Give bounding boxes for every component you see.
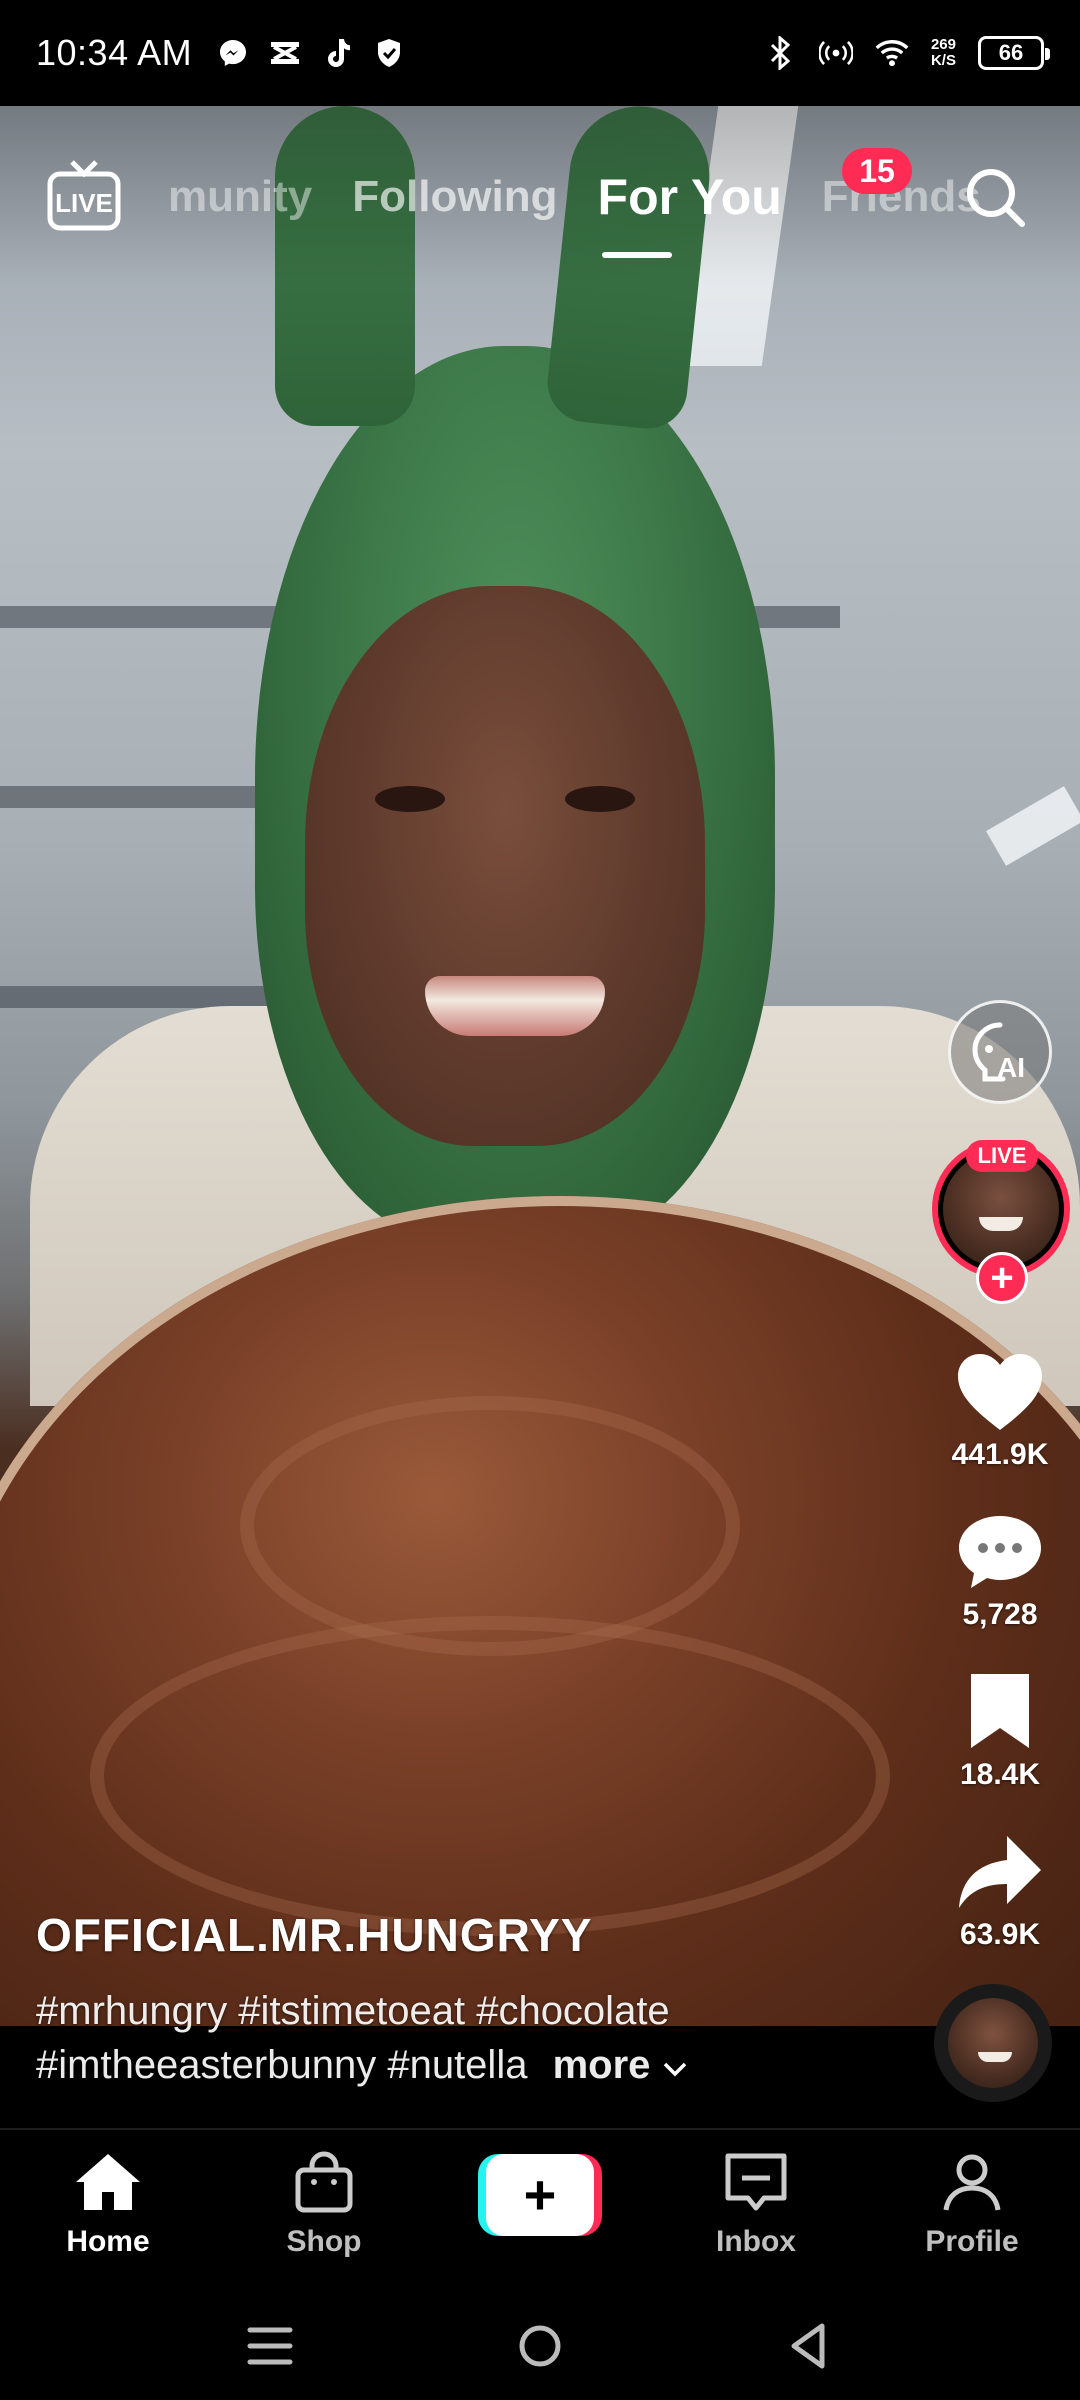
- bookmark-icon: [971, 1674, 1029, 1748]
- share-count: 63.9K: [959, 1918, 1041, 1951]
- ceiling-light: [986, 786, 1080, 866]
- plus-icon: +: [990, 1256, 1014, 1300]
- nav-shop[interactable]: Shop: [244, 2150, 404, 2259]
- nav-inbox-label: Inbox: [716, 2225, 796, 2258]
- status-notification-icons: [216, 36, 406, 70]
- svg-text:AI: AI: [997, 1052, 1025, 1083]
- nav-home[interactable]: Home: [28, 2150, 188, 2259]
- background-beam: [0, 786, 280, 808]
- hashtags-line[interactable]: #imtheeasterbunny #nutella: [36, 2043, 527, 2087]
- more-button[interactable]: more: [553, 2043, 688, 2087]
- bluetooth-icon: [763, 36, 797, 70]
- inbox-icon: [725, 2153, 787, 2211]
- video-player[interactable]: [0, 106, 1080, 2026]
- nav-inbox[interactable]: Inbox: [676, 2150, 836, 2259]
- ai-face-icon: AI: [972, 1022, 1025, 1083]
- nav-shop-label: Shop: [286, 2225, 362, 2258]
- live-badge: LIVE: [966, 1140, 1038, 1172]
- active-tab-indicator: [602, 252, 672, 258]
- eye: [375, 786, 445, 812]
- back-button[interactable]: [780, 2318, 840, 2374]
- heart-icon: [958, 1354, 1042, 1430]
- shield-icon: [372, 36, 406, 70]
- home-system-button[interactable]: [510, 2318, 570, 2374]
- system-navigation-bar: [0, 2288, 1080, 2400]
- hotspot-icon: [818, 36, 853, 70]
- home-icon: [76, 2154, 140, 2210]
- capcut-icon: [268, 36, 302, 70]
- status-system-icons: 269 K/S 66: [763, 36, 1050, 70]
- bottom-nav: Home Shop + Inbox Profile: [0, 2128, 1080, 2288]
- status-bar: 10:34 AM 269 K/S 66: [0, 0, 1080, 106]
- feed-top-nav: LIVE munity Following For You Friends 15: [0, 106, 1080, 286]
- svg-text:LIVE: LIVE: [55, 188, 113, 218]
- creator-avatar[interactable]: LIVE +: [932, 1140, 1070, 1304]
- share-button[interactable]: 63.9K: [920, 1830, 1080, 1952]
- back-triangle-icon: [791, 2323, 825, 2369]
- chocolate-bowl: [0, 1196, 1080, 2026]
- network-speed: 269 K/S: [930, 36, 956, 69]
- circle-icon: [519, 2325, 561, 2367]
- nav-profile-label: Profile: [925, 2225, 1019, 2258]
- live-button[interactable]: LIVE: [44, 156, 124, 236]
- share-icon: [959, 1836, 1041, 1908]
- creator-username[interactable]: OFFICIAL.MR.HUNGRYY: [36, 1908, 896, 1962]
- battery-indicator: 66: [978, 36, 1050, 70]
- wifi-icon: [875, 36, 909, 70]
- friends-notification-badge: 15: [842, 148, 912, 194]
- comment-count: 5,728: [962, 1598, 1038, 1631]
- video-description[interactable]: #mrhungry #itstimetoeat #chocolate #imth…: [36, 1984, 896, 2092]
- hashtags-line[interactable]: #mrhungry #itstimetoeat #chocolate: [36, 1984, 896, 2038]
- chevron-down-icon: [663, 2062, 686, 2077]
- tiktok-icon: [320, 36, 354, 70]
- comment-icon: [959, 1516, 1041, 1588]
- video-caption: OFFICIAL.MR.HUNGRYY #mrhungry #itstimeto…: [36, 1908, 896, 2092]
- plus-icon: +: [486, 2154, 594, 2236]
- tab-following[interactable]: Following: [352, 172, 557, 222]
- music-disc[interactable]: [934, 1984, 1052, 2102]
- search-icon: [967, 169, 1025, 227]
- menu-icon: [247, 2327, 293, 2365]
- profile-icon: [943, 2154, 1001, 2211]
- person-face: [305, 586, 705, 1146]
- live-tv-icon: LIVE: [47, 160, 121, 231]
- create-button[interactable]: +: [478, 2154, 602, 2236]
- eye: [565, 786, 635, 812]
- comment-button[interactable]: 5,728: [920, 1510, 1080, 1632]
- shopping-bag-icon: [295, 2151, 353, 2213]
- recent-apps-button[interactable]: [240, 2318, 300, 2374]
- like-count: 441.9K: [951, 1438, 1049, 1471]
- screen: 10:34 AM 269 K/S 66 LIVE munity Followin…: [0, 0, 1080, 2400]
- tab-for-you[interactable]: For You: [598, 168, 782, 226]
- chocolate-swirl: [90, 1616, 890, 1936]
- messenger-icon: [216, 36, 250, 70]
- status-time: 10:34 AM: [36, 32, 193, 73]
- save-count: 18.4K: [959, 1758, 1041, 1791]
- save-button[interactable]: 18.4K: [920, 1670, 1080, 1792]
- ai-button[interactable]: AI: [948, 1000, 1052, 1104]
- tab-community[interactable]: munity: [168, 172, 312, 222]
- nav-profile[interactable]: Profile: [892, 2150, 1052, 2259]
- nav-home-label: Home: [66, 2225, 150, 2258]
- like-button[interactable]: 441.9K: [920, 1350, 1080, 1472]
- search-button[interactable]: [960, 162, 1032, 234]
- follow-button[interactable]: +: [976, 1252, 1028, 1304]
- sound-avatar: [948, 1998, 1038, 2088]
- mouth: [425, 976, 605, 1036]
